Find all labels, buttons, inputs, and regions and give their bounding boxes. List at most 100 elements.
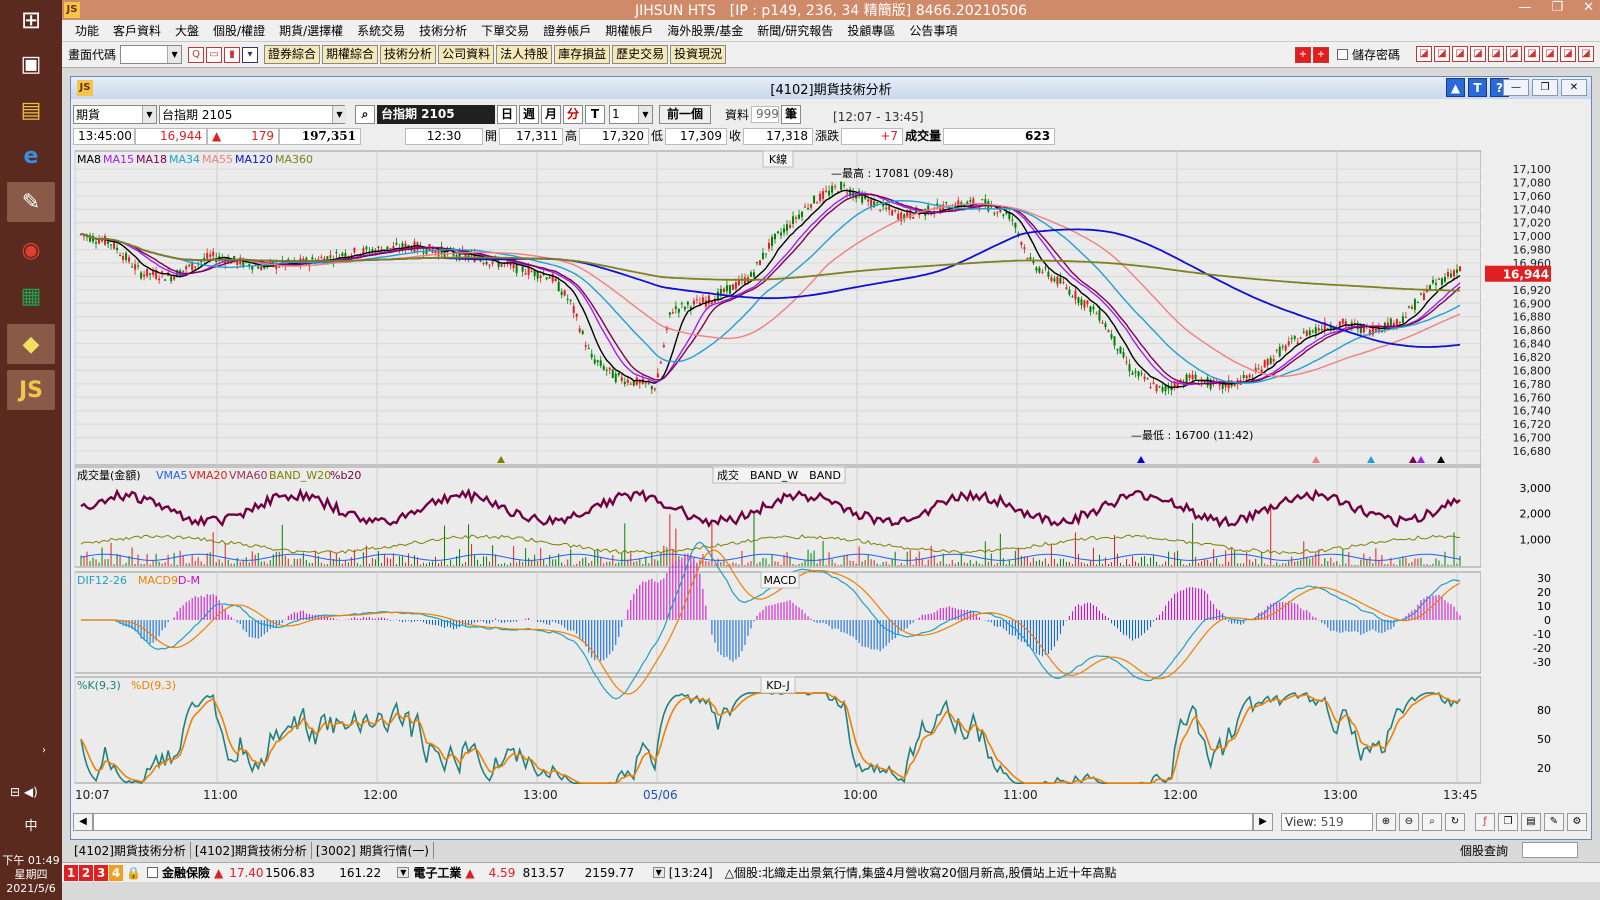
refresh-icon[interactable]: ↻ xyxy=(1445,813,1465,831)
paint-icon[interactable]: ✎ xyxy=(7,182,55,222)
save-password-checkbox[interactable] xyxy=(1336,49,1348,60)
ellipse-tool-icon[interactable]: ◪ xyxy=(1506,46,1522,62)
tray-chevron-icon[interactable]: › xyxy=(42,745,46,756)
window-close-button[interactable]: ✕ xyxy=(1561,79,1587,96)
lock-icon[interactable]: 🔒 xyxy=(126,866,141,880)
windows-start-icon[interactable]: ⊞ xyxy=(7,0,55,40)
settings-gear-icon[interactable]: ⚙ xyxy=(1567,813,1587,831)
ticker-dropdown[interactable]: ▼ xyxy=(652,867,665,878)
toolbar-button-4[interactable]: 法人持股 xyxy=(496,45,553,64)
scroll-left-button[interactable]: ◀ xyxy=(73,813,93,831)
dropdown-icon[interactable]: ▾ xyxy=(242,46,259,63)
symbol-select[interactable]: 台指期 2105 ▼ xyxy=(159,104,346,124)
period-button-3[interactable]: 分 xyxy=(563,104,583,124)
ticker-tab-1[interactable]: 2 xyxy=(79,864,93,881)
ime-indicator[interactable]: 中 xyxy=(0,815,62,834)
toolbar-button-6[interactable]: 歷史交易 xyxy=(612,45,669,64)
menu-item-12[interactable]: 投顧專區 xyxy=(840,22,902,39)
menu-item-0[interactable]: 功能 xyxy=(68,22,106,39)
zoom-in-icon[interactable]: ⊕ xyxy=(1376,813,1396,831)
chart-area[interactable]: 17,10017,08017,06017,04017,02017,00016,9… xyxy=(71,147,1591,809)
menu-item-10[interactable]: 海外股票/基金 xyxy=(660,22,750,39)
refresh-tool-icon[interactable]: ◪ xyxy=(1578,46,1594,62)
window-restore-button[interactable]: ❐ xyxy=(1532,79,1558,96)
view-value[interactable]: 519 xyxy=(1321,815,1344,829)
jihsun-app-icon[interactable]: JS xyxy=(7,370,55,410)
flag-icon[interactable]: + xyxy=(1294,46,1311,63)
taskbar-clock[interactable]: 下午 01:49 星期四 2021/5/6 xyxy=(0,854,62,900)
stock-query-input[interactable] xyxy=(1522,842,1578,858)
menu-item-3[interactable]: 個股/權證 xyxy=(206,22,272,39)
flag2-icon[interactable]: + xyxy=(1312,46,1329,63)
toolbar-button-1[interactable]: 期權綜合 xyxy=(322,45,379,64)
prev-button[interactable]: 前一個 xyxy=(659,104,711,124)
magnifier-icon[interactable]: ⌕ xyxy=(355,104,375,124)
ruler-tool-icon[interactable]: ◪ xyxy=(1452,46,1468,62)
period-button-0[interactable]: 日 xyxy=(497,104,517,124)
toolbar-button-7[interactable]: 投資現況 xyxy=(670,45,727,64)
market-select[interactable]: 期貨 ▼ xyxy=(73,104,157,124)
chrome-icon[interactable]: ◉ xyxy=(7,230,55,270)
period-button-2[interactable]: 月 xyxy=(541,104,561,124)
text-icon[interactable]: T xyxy=(1468,78,1487,97)
marker-tool-icon[interactable]: ◪ xyxy=(1470,46,1486,62)
menu-item-8[interactable]: 證券帳戶 xyxy=(536,22,598,39)
layout-icon[interactable]: ▤ xyxy=(1521,813,1541,831)
chevron-down-icon[interactable]: ▼ xyxy=(332,105,346,123)
copy-window-icon[interactable]: ❐ xyxy=(1498,813,1518,831)
period-button-4[interactable]: T xyxy=(585,104,605,124)
line-tool-icon[interactable]: ◪ xyxy=(1524,46,1540,62)
menu-item-13[interactable]: 公告事項 xyxy=(902,22,964,39)
delete-tool-icon[interactable]: ◪ xyxy=(1560,46,1576,62)
menu-item-5[interactable]: 系統交易 xyxy=(350,22,412,39)
minimize-button[interactable]: — xyxy=(1518,0,1531,15)
window-minimize-button[interactable]: — xyxy=(1503,79,1529,96)
chart-icon[interactable]: ▮ xyxy=(224,46,241,63)
zoom-fit-icon[interactable]: ⌕ xyxy=(1422,813,1442,831)
volume-icon[interactable]: ◀) xyxy=(24,785,38,799)
unit-button[interactable]: 筆 xyxy=(781,104,802,124)
data-count-input[interactable]: 999 xyxy=(751,105,780,123)
indicator-icon[interactable]: ƒ xyxy=(1475,813,1495,831)
close-button[interactable]: ✕ xyxy=(1583,0,1594,15)
menu-item-7[interactable]: 下單交易 xyxy=(474,22,536,39)
window-tab-0[interactable]: [4102]期貨技術分析 xyxy=(70,841,191,859)
copy-tool-icon[interactable]: ◪ xyxy=(1542,46,1558,62)
chevron-down-icon[interactable]: ▼ xyxy=(142,105,156,123)
screen-code-combo[interactable]: ▼ xyxy=(120,45,183,64)
internet-explorer-icon[interactable]: e xyxy=(7,136,55,176)
menu-item-1[interactable]: 客戶資料 xyxy=(106,22,168,39)
draw-pen-icon[interactable]: ✎ xyxy=(1544,813,1564,831)
menu-item-2[interactable]: 大盤 xyxy=(168,22,206,39)
ticker-tab-2[interactable]: 3 xyxy=(94,864,108,881)
chevron-down-icon[interactable]: ▼ xyxy=(167,46,182,63)
scroll-right-button[interactable]: ▶ xyxy=(1253,813,1273,831)
pen-tool-icon[interactable]: ◪ xyxy=(1416,46,1432,62)
toolbar-button-2[interactable]: 技術分析 xyxy=(380,45,437,64)
window-tab-2[interactable]: [3002] 期貨行情(一) xyxy=(312,841,434,859)
desktop-icon[interactable]: ▣ xyxy=(7,44,55,84)
excel-icon[interactable]: ▦ xyxy=(7,276,55,316)
network-icon[interactable]: ⊟ xyxy=(10,785,20,799)
cut-tool-icon[interactable]: ◪ xyxy=(1434,46,1450,62)
zoom-out-icon[interactable]: ⊖ xyxy=(1399,813,1419,831)
ticker-checkbox[interactable] xyxy=(146,867,158,878)
menu-item-4[interactable]: 期貨/選擇權 xyxy=(272,22,350,39)
window-tab-1[interactable]: [4102]期貨技術分析 xyxy=(191,841,312,859)
toolbar-button-5[interactable]: 庫存損益 xyxy=(554,45,611,64)
ticker-dropdown[interactable]: ▼ xyxy=(397,867,410,878)
menu-item-6[interactable]: 技術分析 xyxy=(412,22,474,39)
toolbar-button-0[interactable]: 證券綜合 xyxy=(264,45,321,64)
window-icon[interactable]: ▭ xyxy=(206,46,223,63)
notes-icon[interactable]: ◆ xyxy=(7,324,55,364)
file-explorer-icon[interactable]: ▤ xyxy=(7,90,55,130)
text-tool-icon[interactable]: ◪ xyxy=(1488,46,1504,62)
arrow-up-icon[interactable]: ▲ xyxy=(1446,78,1465,97)
search-icon[interactable]: Q xyxy=(188,46,205,63)
news-ticker[interactable]: [13:24] △個股:北織走出景氣行情,集盛4月營收寫20個月新高,股價站上近… xyxy=(669,864,1117,881)
chevron-down-icon[interactable]: ▼ xyxy=(638,105,652,123)
ticker-tab-3[interactable]: 4 xyxy=(109,864,123,881)
maximize-button[interactable]: ❐ xyxy=(1551,0,1563,15)
menu-item-11[interactable]: 新聞/研究報告 xyxy=(750,22,840,39)
menu-item-9[interactable]: 期權帳戶 xyxy=(598,22,660,39)
